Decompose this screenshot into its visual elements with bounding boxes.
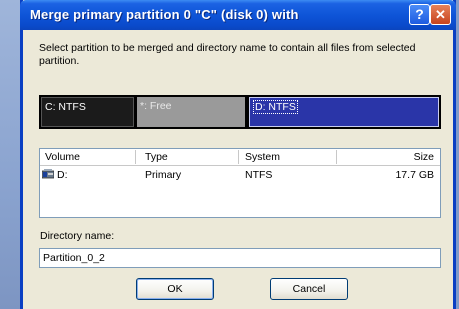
partition-d[interactable]: D: NTFS	[249, 97, 439, 127]
column-divider[interactable]	[238, 150, 239, 164]
column-divider[interactable]	[135, 150, 136, 164]
row-type: Primary	[145, 169, 182, 181]
help-icon: ?	[415, 6, 424, 22]
directory-name-label: Directory name:	[40, 230, 115, 242]
row-system: NTFS	[245, 169, 273, 181]
partition-free[interactable]: *: Free	[137, 97, 245, 127]
column-header-system[interactable]: System	[245, 151, 280, 163]
partition-d-label: D: NTFS	[253, 100, 298, 114]
merge-partition-dialog: Merge primary partition 0 "C" (disk 0) w…	[20, 0, 456, 309]
cancel-button[interactable]: Cancel	[270, 278, 348, 300]
partition-free-label: *: Free	[140, 100, 172, 112]
partition-c[interactable]: C: NTFS	[41, 97, 134, 127]
volume-list[interactable]: Volume Type System Size D: Primary NTFS …	[39, 148, 441, 218]
table-row[interactable]: D: Primary NTFS 17.7 GB	[40, 167, 440, 183]
column-header-volume[interactable]: Volume	[45, 151, 80, 163]
row-volume: D:	[57, 169, 68, 181]
desktop-background	[0, 0, 20, 309]
drive-icon	[42, 169, 54, 179]
help-button[interactable]: ?	[409, 4, 430, 25]
column-header-size[interactable]: Size	[414, 151, 434, 163]
column-divider[interactable]	[336, 150, 337, 164]
partition-c-label: C: NTFS	[45, 101, 86, 113]
directory-name-input[interactable]	[39, 248, 441, 268]
row-size: 17.7 GB	[395, 169, 434, 181]
list-header: Volume Type System Size	[40, 149, 440, 166]
close-button[interactable]: ✕	[430, 4, 451, 25]
instructions-text: Select partition to be merged and direct…	[39, 42, 416, 67]
dialog-title: Merge primary partition 0 "C" (disk 0) w…	[30, 7, 299, 22]
title-bar[interactable]: Merge primary partition 0 "C" (disk 0) w…	[20, 0, 456, 30]
close-icon: ✕	[435, 7, 446, 22]
ok-button[interactable]: OK	[136, 278, 214, 300]
column-header-type[interactable]: Type	[145, 151, 168, 163]
partition-map: C: NTFS *: Free D: NTFS	[39, 95, 441, 129]
